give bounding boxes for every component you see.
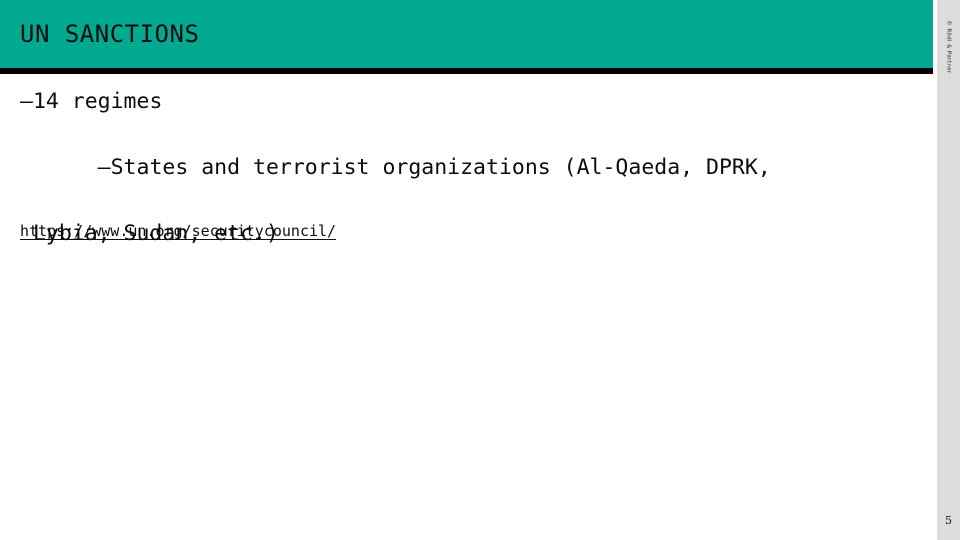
list-item-text: –States and terrorist organizations (Al-…	[97, 155, 771, 180]
page-title: UN SANCTIONS	[20, 20, 200, 48]
side-strip	[937, 0, 960, 540]
list-item: –States and terrorist organizations (Al-…	[20, 118, 920, 316]
page-number: 5	[945, 514, 952, 527]
header-divider-rule	[0, 68, 933, 74]
list-item: –14 regimes	[20, 89, 163, 114]
source-link-row: https://www.un.org/securitycouncil/	[20, 221, 336, 241]
slide-canvas: UN SANCTIONS –14 regimes –States and ter…	[0, 0, 960, 540]
source-link[interactable]: https://www.un.org/securitycouncil/	[20, 222, 336, 240]
